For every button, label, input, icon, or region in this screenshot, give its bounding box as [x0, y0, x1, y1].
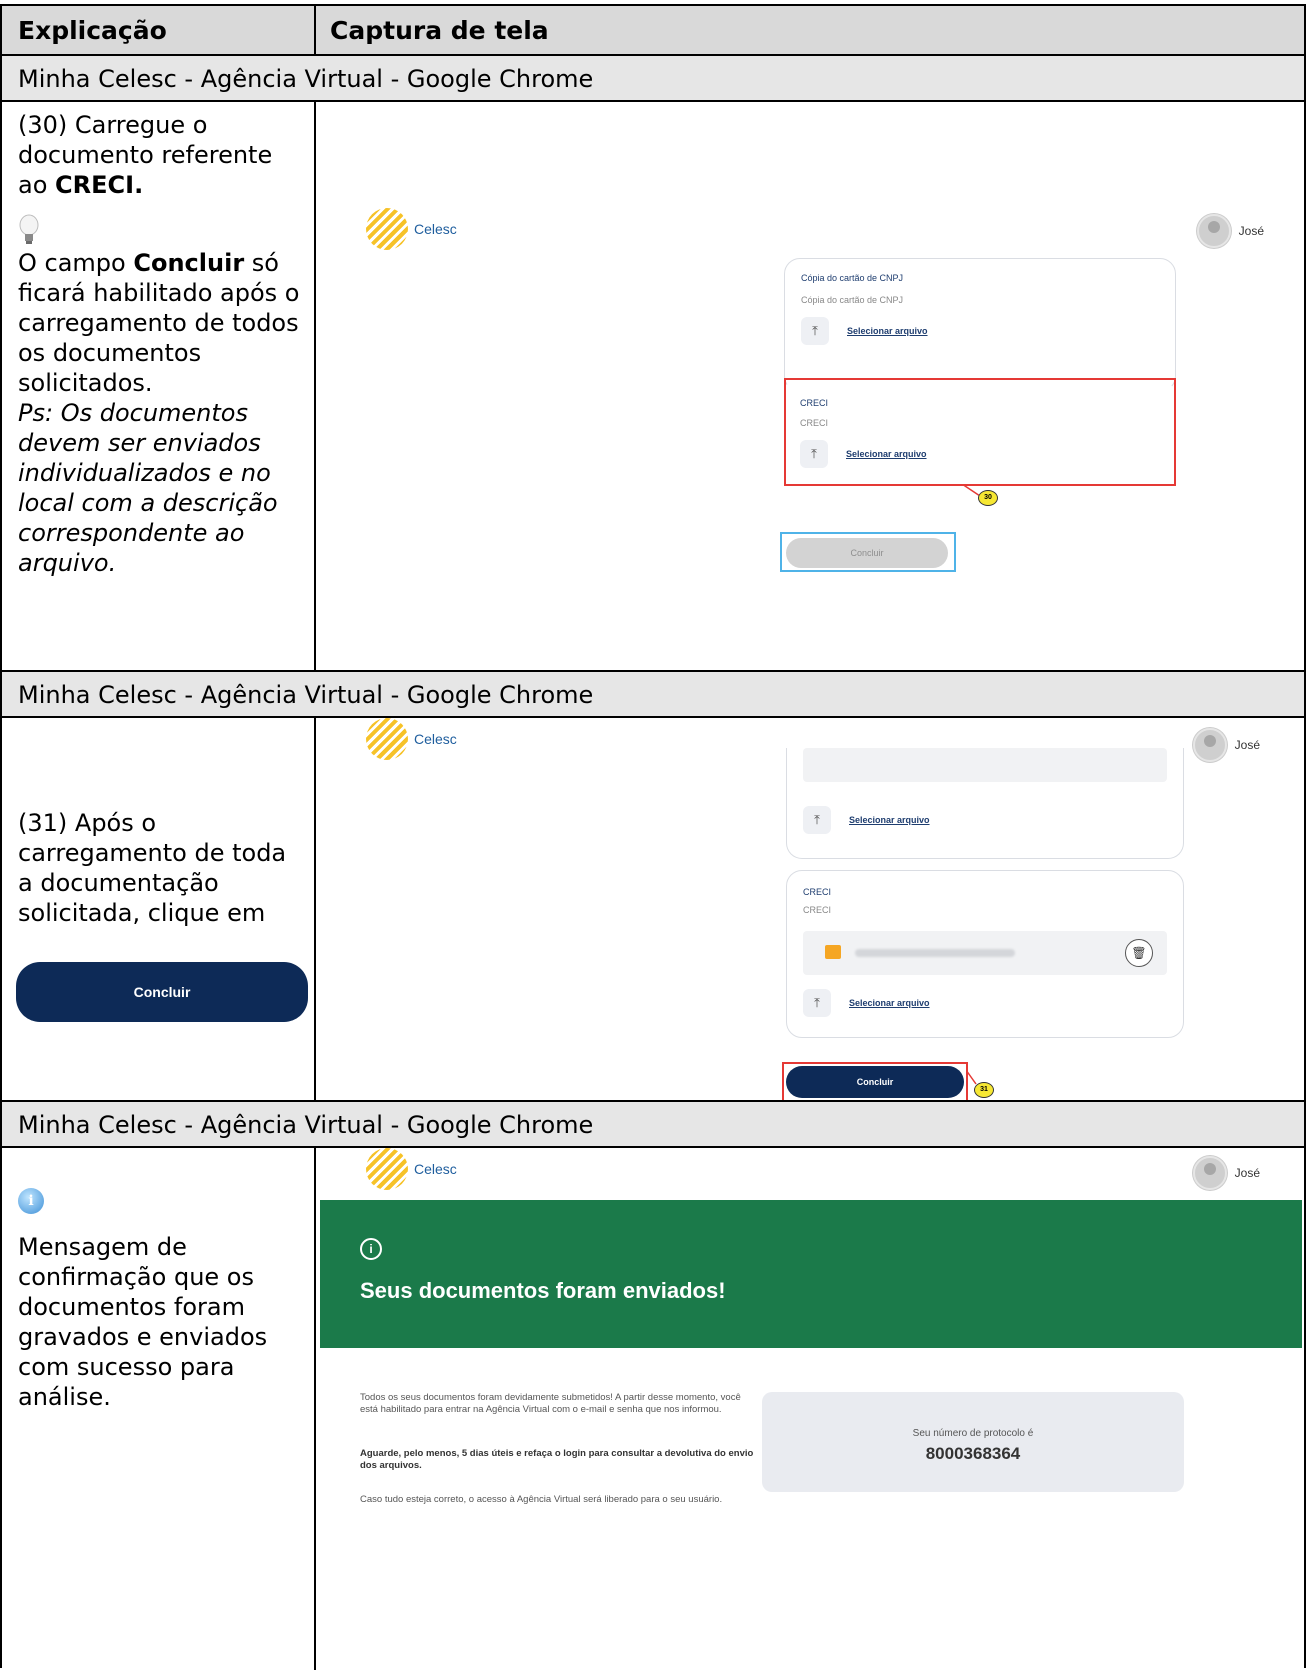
- celesc-logo: Celesc: [366, 718, 457, 760]
- avatar-icon: [1192, 1156, 1227, 1190]
- highlight-box: [782, 1062, 968, 1100]
- cnpj-upload-card: Cópia do cartão de CNPJ Cópia do cartão …: [784, 258, 1176, 392]
- window-title: Minha Celesc - Agência Virtual - Google …: [18, 681, 594, 709]
- conclude-button-example[interactable]: Concluir: [16, 962, 308, 1022]
- upload-row[interactable]: ⤒ Selecionar arquivo: [801, 317, 928, 345]
- delete-file-icon[interactable]: 🗑: [1125, 939, 1153, 967]
- user-menu[interactable]: José: [1192, 728, 1260, 762]
- user-name: José: [1234, 1166, 1260, 1180]
- avatar-icon: [1192, 728, 1227, 762]
- column-divider: [314, 1148, 316, 1670]
- step-30-screenshot: Celesc José Cópia do cartão de CNPJ Cópi…: [320, 102, 1302, 670]
- step-badge: 31: [974, 1082, 994, 1098]
- step-31-row: (31) Após o carregamento de toda a docum…: [2, 718, 1304, 1102]
- select-file-link[interactable]: Selecionar arquivo: [849, 998, 930, 1008]
- blurred-filename: [855, 949, 1015, 957]
- avatar-icon: [1196, 214, 1231, 248]
- confirmation-paragraph-2: Aguarde, pelo menos, 5 dias úteis e refa…: [360, 1448, 754, 1471]
- tip-bold: Concluir: [133, 249, 245, 277]
- creci-upload-card: CRECI CRECI 🗑 ⤒ Selecionar arquivo: [786, 870, 1184, 1038]
- confirmation-paragraph-1: Todos os seus documentos foram devidamen…: [360, 1392, 741, 1415]
- card-subtitle: CRECI: [803, 905, 832, 915]
- window-title-row: Minha Celesc - Agência Virtual - Google …: [2, 1102, 1304, 1148]
- confirmation-paragraph-3: Caso tudo esteja correto, o acesso à Agê…: [360, 1494, 723, 1505]
- folder-icon: [825, 945, 841, 959]
- info-circle-icon: i: [360, 1238, 382, 1260]
- step-32-explanation: Mensagem de confirmação que os documento…: [18, 1233, 268, 1411]
- tip-text: O campo: [18, 249, 134, 277]
- user-menu[interactable]: José: [1196, 214, 1264, 248]
- procedure-table: Explicação Captura de tela Minha Celesc …: [0, 4, 1306, 1670]
- uploaded-file-row: 🗑: [803, 931, 1167, 975]
- card-title: CRECI: [803, 887, 832, 897]
- header-screenshot: Captura de tela: [330, 16, 549, 45]
- step-32-screenshot: Celesc José i Seus documentos foram envi…: [320, 1148, 1302, 1670]
- success-banner: i Seus documentos foram enviados!: [320, 1200, 1302, 1348]
- header-explanation: Explicação: [18, 16, 167, 45]
- upload-icon[interactable]: ⤒: [803, 806, 831, 834]
- column-divider: [314, 718, 316, 1102]
- protocol-box: Seu número de protocolo é 8000368364: [762, 1392, 1184, 1492]
- celesc-sun-icon: [366, 208, 408, 250]
- upload-row[interactable]: ⤒ Selecionar arquivo: [803, 806, 930, 834]
- user-name: José: [1234, 738, 1260, 752]
- card-title: Cópia do cartão de CNPJ: [801, 273, 904, 283]
- step-31-screenshot: Celesc José ⤒ Selecionar arquivo CRECI CR…: [320, 718, 1302, 1100]
- info-icon: i: [18, 1188, 44, 1214]
- step-32-row: i Mensagem de confirmação que os documen…: [2, 1148, 1304, 1670]
- step-30-row: (30) Carregue o documento referente ao C…: [2, 102, 1304, 672]
- protocol-label: Seu número de protocolo é: [912, 1428, 1034, 1439]
- previous-upload-card: ⤒ Selecionar arquivo: [786, 748, 1184, 859]
- table-header: Explicação Captura de tela: [2, 6, 1304, 56]
- user-menu[interactable]: José: [1192, 1156, 1260, 1190]
- ps-note: Ps: Os documentos devem ser enviados ind…: [18, 399, 278, 577]
- upload-icon[interactable]: ⤒: [801, 317, 829, 345]
- focus-box: [780, 532, 956, 572]
- card-subtitle: Cópia do cartão de CNPJ: [801, 295, 904, 305]
- highlight-box: [784, 378, 1176, 486]
- protocol-number: 8000368364: [925, 1444, 1021, 1463]
- user-name: José: [1238, 224, 1264, 238]
- step-30-bold: CRECI.: [55, 171, 144, 199]
- window-title: Minha Celesc - Agência Virtual - Google …: [18, 1111, 594, 1139]
- uploaded-file-row: [803, 748, 1167, 782]
- celesc-sun-icon: [366, 1148, 408, 1190]
- upload-icon[interactable]: ⤒: [803, 989, 831, 1017]
- window-title: Minha Celesc - Agência Virtual - Google …: [18, 65, 594, 93]
- banner-title: Seus documentos foram enviados!: [360, 1278, 726, 1303]
- upload-row[interactable]: ⤒ Selecionar arquivo: [803, 989, 930, 1017]
- celesc-sun-icon: [366, 718, 408, 760]
- window-title-row: Minha Celesc - Agência Virtual - Google …: [2, 56, 1304, 102]
- column-divider: [314, 102, 316, 672]
- window-title-row: Minha Celesc - Agência Virtual - Google …: [2, 672, 1304, 718]
- step-30-explanation: (30) Carregue o documento referente ao C…: [18, 110, 308, 578]
- step-31-explanation: (31) Após o carregamento de toda a docum…: [18, 809, 287, 927]
- lightbulb-icon: [18, 214, 308, 248]
- celesc-logo: Celesc: [366, 1148, 457, 1190]
- column-divider: [314, 6, 316, 56]
- celesc-logo: Celesc: [366, 208, 457, 250]
- select-file-link[interactable]: Selecionar arquivo: [847, 326, 928, 336]
- step-badge: 30: [978, 490, 998, 506]
- select-file-link[interactable]: Selecionar arquivo: [849, 815, 930, 825]
